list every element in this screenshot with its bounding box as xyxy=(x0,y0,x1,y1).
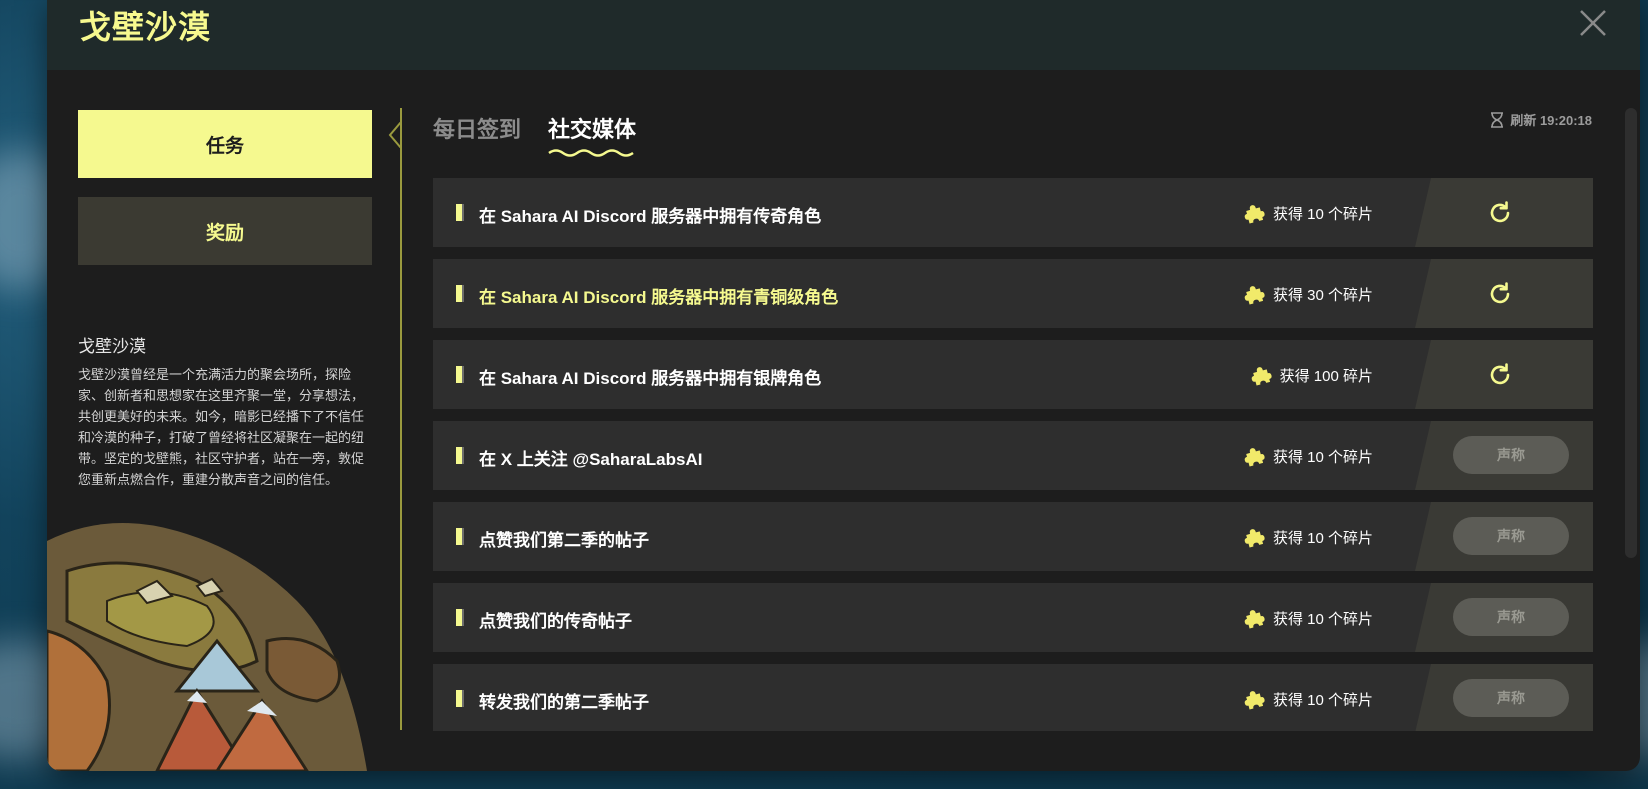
puzzle-piece-icon xyxy=(1244,691,1265,710)
task-marker xyxy=(456,528,464,545)
region-description: 戈壁沙漠曾经是一个充满活力的聚会场所，探险家、创新者和思想家在这里齐聚一堂，分享… xyxy=(78,367,365,487)
refresh-icon[interactable] xyxy=(1487,362,1513,388)
tab-daily-checkin[interactable]: 每日签到 xyxy=(433,112,521,144)
task-name: 在 Sahara AI Discord 服务器中拥有青铜级角色 xyxy=(479,288,839,307)
sidebar-tab-rewards[interactable]: 奖励 xyxy=(78,197,372,265)
task-row: 转发我们的第二季帖子 获得 10 个碎片 声称 xyxy=(433,664,1593,731)
task-row: 点赞我们的传奇帖子 获得 10 个碎片 声称 xyxy=(433,583,1593,652)
modal-header: 戈壁沙漠 xyxy=(47,0,1640,70)
puzzle-piece-icon xyxy=(1251,367,1272,386)
task-marker xyxy=(456,447,464,464)
task-reward-label: 获得 10 个碎片 xyxy=(1272,205,1373,223)
task-row: 在 X 上关注 @SaharaLabsAI 获得 10 个碎片 声称 xyxy=(433,421,1593,490)
task-marker xyxy=(456,285,464,302)
claim-button[interactable]: 声称 xyxy=(1453,598,1569,636)
task-reward-label: 获得 30 个碎片 xyxy=(1272,286,1373,304)
task-name: 点赞我们第二季的帖子 xyxy=(479,531,649,550)
region-title: 戈壁沙漠 xyxy=(78,337,146,356)
task-marker xyxy=(456,690,464,707)
task-reward-label: 获得 10 个碎片 xyxy=(1272,610,1373,628)
task-reward: 获得 10 个碎片 xyxy=(1243,607,1373,629)
claim-button[interactable]: 声称 xyxy=(1453,517,1569,555)
puzzle-piece-icon xyxy=(1244,286,1265,305)
task-row: 点赞我们第二季的帖子 获得 10 个碎片 声称 xyxy=(433,502,1593,571)
task-row: 在 Sahara AI Discord 服务器中拥有青铜级角色 获得 30 个碎… xyxy=(433,259,1593,328)
task-reward-label: 获得 10 个碎片 xyxy=(1272,691,1373,709)
task-reward-label: 获得 10 个碎片 xyxy=(1272,448,1373,466)
desert-illustration xyxy=(47,523,367,771)
task-reward: 获得 10 个碎片 xyxy=(1243,202,1373,224)
puzzle-piece-icon xyxy=(1244,610,1265,629)
sidebar: 任务 奖励 戈壁沙漠 戈壁沙漠曾经是一个充满活力的聚会场所，探险家、创新者和思想… xyxy=(47,70,407,771)
claim-button[interactable]: 声称 xyxy=(1453,436,1569,474)
task-reward: 获得 10 个碎片 xyxy=(1243,526,1373,548)
active-tab-pointer-icon xyxy=(388,122,402,148)
task-marker xyxy=(456,204,464,221)
task-reward: 获得 10 个碎片 xyxy=(1243,445,1373,467)
task-reward: 获得 30 个碎片 xyxy=(1243,283,1373,305)
puzzle-piece-icon xyxy=(1244,205,1265,224)
task-marker xyxy=(456,366,464,383)
close-button[interactable] xyxy=(1576,6,1610,40)
sidebar-divider xyxy=(400,108,402,730)
task-name: 在 Sahara AI Discord 服务器中拥有银牌角色 xyxy=(479,369,822,388)
scrollbar[interactable] xyxy=(1625,108,1637,558)
refresh-timer-label: 刷新 19:20:18 xyxy=(1510,113,1592,128)
puzzle-piece-icon xyxy=(1244,529,1265,548)
active-tab-wave-underline xyxy=(548,149,634,157)
task-row: 在 Sahara AI Discord 服务器中拥有传奇角色 获得 10 个碎片 xyxy=(433,178,1593,247)
task-reward: 获得 100 碎片 xyxy=(1250,364,1373,386)
claim-button[interactable]: 声称 xyxy=(1453,679,1569,717)
task-reward-label: 获得 10 个碎片 xyxy=(1272,529,1373,547)
task-row: 在 Sahara AI Discord 服务器中拥有银牌角色 获得 100 碎片 xyxy=(433,340,1593,409)
task-reward: 获得 10 个碎片 xyxy=(1243,688,1373,710)
close-icon xyxy=(1580,10,1606,36)
sidebar-tab-tasks[interactable]: 任务 xyxy=(78,110,372,178)
hourglass-icon xyxy=(1491,111,1504,128)
tab-social-media[interactable]: 社交媒体 xyxy=(548,112,636,144)
task-reward-label: 获得 100 碎片 xyxy=(1279,367,1373,385)
puzzle-piece-icon xyxy=(1244,448,1265,467)
modal-title: 戈壁沙漠 xyxy=(79,9,212,45)
task-name: 转发我们的第二季帖子 xyxy=(479,693,649,712)
refresh-icon[interactable] xyxy=(1487,281,1513,307)
task-name: 点赞我们的传奇帖子 xyxy=(479,612,632,631)
task-name: 在 X 上关注 @SaharaLabsAI xyxy=(479,450,703,469)
task-name: 在 Sahara AI Discord 服务器中拥有传奇角色 xyxy=(479,207,822,226)
refresh-icon[interactable] xyxy=(1487,200,1513,226)
quest-modal: 戈壁沙漠 任务 奖励 戈壁沙漠 戈壁沙漠曾经是一个充满活力的聚会场所，探险家、创… xyxy=(47,0,1640,771)
task-marker xyxy=(456,609,464,626)
task-list: 在 Sahara AI Discord 服务器中拥有传奇角色 获得 10 个碎片… xyxy=(433,178,1593,731)
refresh-timer: 刷新 19:20:18 xyxy=(1490,110,1592,129)
